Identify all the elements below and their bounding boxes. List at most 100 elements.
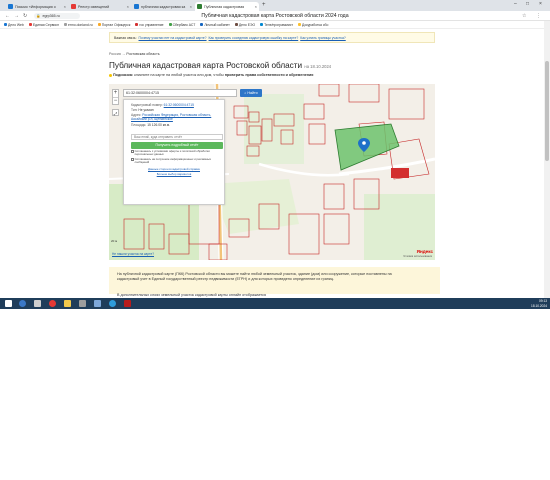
maximize-window-button[interactable]: □ [526, 1, 529, 7]
checkbox-icon[interactable] [131, 150, 134, 153]
email-field[interactable] [131, 133, 223, 140]
close-tab-icon[interactable]: × [190, 4, 192, 9]
close-tab-icon[interactable]: × [64, 4, 66, 9]
taskbar-app[interactable] [17, 299, 27, 308]
minimize-window-button[interactable]: – [514, 1, 517, 7]
field-label: Кадастровый номер: [131, 102, 163, 107]
bookmark-item[interactable]: ermo.donland.ru [63, 23, 93, 27]
bookmark-icon [297, 23, 301, 26]
browser-tab-strip: Письмо «Информация о × Реестр извещений … [0, 0, 550, 11]
checkbox-icon[interactable] [131, 158, 134, 161]
page-hint: Подсказка: кликните на карте на любой уч… [109, 73, 313, 77]
app-icon [78, 300, 86, 307]
page-title-text: Публичная кадастровая карта Ростовской о… [109, 61, 303, 70]
bookmark-label: Единая Сервисн [32, 22, 59, 27]
tab-favicon-icon [134, 4, 139, 9]
more-options-link[interactable]: Больше выбор вариантов [131, 172, 217, 176]
notice-link[interactable]: Как проверить соседнюю кадастровую ошибк… [209, 36, 299, 40]
tab-favicon-icon [8, 4, 13, 9]
consent-checkbox[interactable]: Соглашаюсь с условиями оферты и политико… [131, 149, 217, 157]
hint-bulb-icon [109, 73, 112, 77]
bookmark-icon [4, 23, 7, 26]
bookmark-icon [168, 23, 172, 26]
field-label: Тип: [131, 107, 138, 112]
pdf-reader-icon [123, 300, 131, 307]
yandex-logo[interactable]: Яндекс [417, 249, 433, 254]
bookmark-item[interactable]: Дело ЕЭО [234, 23, 255, 27]
bookmark-item[interactable]: Сбербанк АСТ [168, 23, 195, 27]
page-scrollbar[interactable] [544, 21, 550, 298]
page-title-date: на 18.10.2024 [304, 64, 332, 69]
parcel-type-row: Тип: Не указан [131, 107, 217, 113]
find-button-label: Найти [247, 91, 258, 95]
kad-number-link[interactable]: 61:32:0600004:4715 [164, 103, 194, 107]
bookmark-item[interactable]: гос управление [135, 23, 164, 27]
bookmark-item[interactable]: Теле/программист [260, 23, 293, 27]
scrollbar-thumb[interactable] [545, 61, 549, 161]
zoom-in-button[interactable]: + [113, 90, 118, 97]
taskbar-app[interactable] [122, 299, 132, 308]
hint-text: кликните на карте на любой участок или д… [134, 73, 224, 77]
taskbar-app[interactable] [77, 299, 87, 308]
map-road [258, 162, 350, 177]
taskbar-app[interactable] [92, 299, 102, 308]
info-paragraph: кадастровый учет в Единый государственны… [117, 276, 335, 281]
taskbar-app[interactable] [107, 299, 117, 308]
find-button[interactable]: ⌕ Найти [240, 89, 262, 97]
address-link[interactable]: Российская Федерация, Ростовская область… [131, 113, 211, 121]
cadastral-map[interactable]: + − ⤢ ⌕ Найти Кадастровый номер: 61:32:0… [109, 84, 435, 260]
yandex-terms-link[interactable]: Условия использования [403, 255, 432, 258]
bookmark-item[interactable]: Единая Сервисн [28, 22, 59, 27]
notice-label: Важная связь: [114, 35, 137, 40]
cadastral-reference-link[interactable]: Данные сторон в кадастровой справке [131, 167, 217, 171]
zoom-control: + − [112, 89, 119, 105]
bookmark-item[interactable]: Портал Офицерск [97, 23, 130, 27]
browser-tab[interactable]: Письмо «Информация о × [6, 2, 68, 11]
browser-tab-active[interactable]: Публичная кадастровая × [195, 2, 259, 11]
notice-link[interactable]: Как узнать границы участка? [300, 36, 346, 40]
bookmark-item[interactable]: Дело Web [4, 23, 24, 27]
tab-favicon-icon [197, 4, 202, 9]
consent-checkbox[interactable]: Соглашаюсь на получение информационных и… [131, 157, 217, 164]
yandex-browser-icon [48, 300, 56, 307]
taskbar-app[interactable] [32, 299, 42, 308]
bookmark-label: Теле/программист [264, 22, 293, 27]
notice-banner: Важная связь: Почему участки нет на када… [109, 32, 435, 43]
start-button[interactable] [3, 299, 13, 308]
consent-text: Соглашаюсь с условиями оферты и политико… [134, 149, 210, 157]
empty-desktop-area [0, 309, 550, 480]
bookmark-label: Личный кабинет [204, 22, 230, 27]
bookmark-icon [135, 23, 139, 26]
bookmark-item[interactable]: Личный кабинет [200, 23, 230, 27]
taskbar-app[interactable] [47, 299, 57, 308]
breadcrumb-current: Ростовская область [126, 52, 160, 56]
tab-title: публичная кадастровая ка [141, 4, 186, 9]
bookmark-item[interactable]: Докуработка сбо [297, 23, 328, 27]
windows-taskbar: 09:13 18.10.2024 [0, 298, 550, 309]
info-block: На публичной кадастровой карте (ПКК) Рос… [109, 267, 440, 294]
notice-link[interactable]: Почему участки нет на кадастровой карте? [139, 36, 207, 40]
not-found-link[interactable]: Не нашли участок на карте? [112, 252, 154, 256]
new-tab-button[interactable]: + [262, 2, 266, 8]
get-report-button[interactable]: Получить подробный отчёт [131, 141, 223, 149]
close-tab-icon[interactable]: × [127, 4, 129, 9]
parcel-info-card: Кадастровый номер: 61:32:0600004:4715 Ти… [123, 99, 225, 205]
close-window-button[interactable]: × [539, 1, 542, 7]
info-continuation: В дополнительных слоях земельный участок… [117, 293, 266, 297]
bookmark-icon [234, 23, 238, 26]
tab-title: Публичная кадастровая [204, 4, 245, 9]
folder-icon [63, 300, 71, 307]
page-title: Публичная кадастровая карта Ростовской о… [109, 61, 331, 70]
close-tab-icon[interactable]: × [255, 4, 257, 9]
taskbar-app[interactable] [62, 299, 72, 308]
zoom-out-button[interactable]: − [113, 97, 118, 104]
breadcrumb-root[interactable]: Россия [109, 52, 121, 56]
fullscreen-button[interactable]: ⤢ [112, 109, 119, 116]
search-icon: ⌕ [244, 91, 247, 95]
browser-tab[interactable]: Реестр извещений × [69, 2, 131, 11]
browser-tab[interactable]: публичная кадастровая ка × [132, 2, 194, 11]
cadastral-search-input[interactable] [124, 90, 236, 96]
system-clock[interactable]: 09:13 18.10.2024 [531, 299, 547, 308]
hint-label: Подсказка: [113, 73, 134, 77]
explorer-icon [33, 300, 41, 307]
